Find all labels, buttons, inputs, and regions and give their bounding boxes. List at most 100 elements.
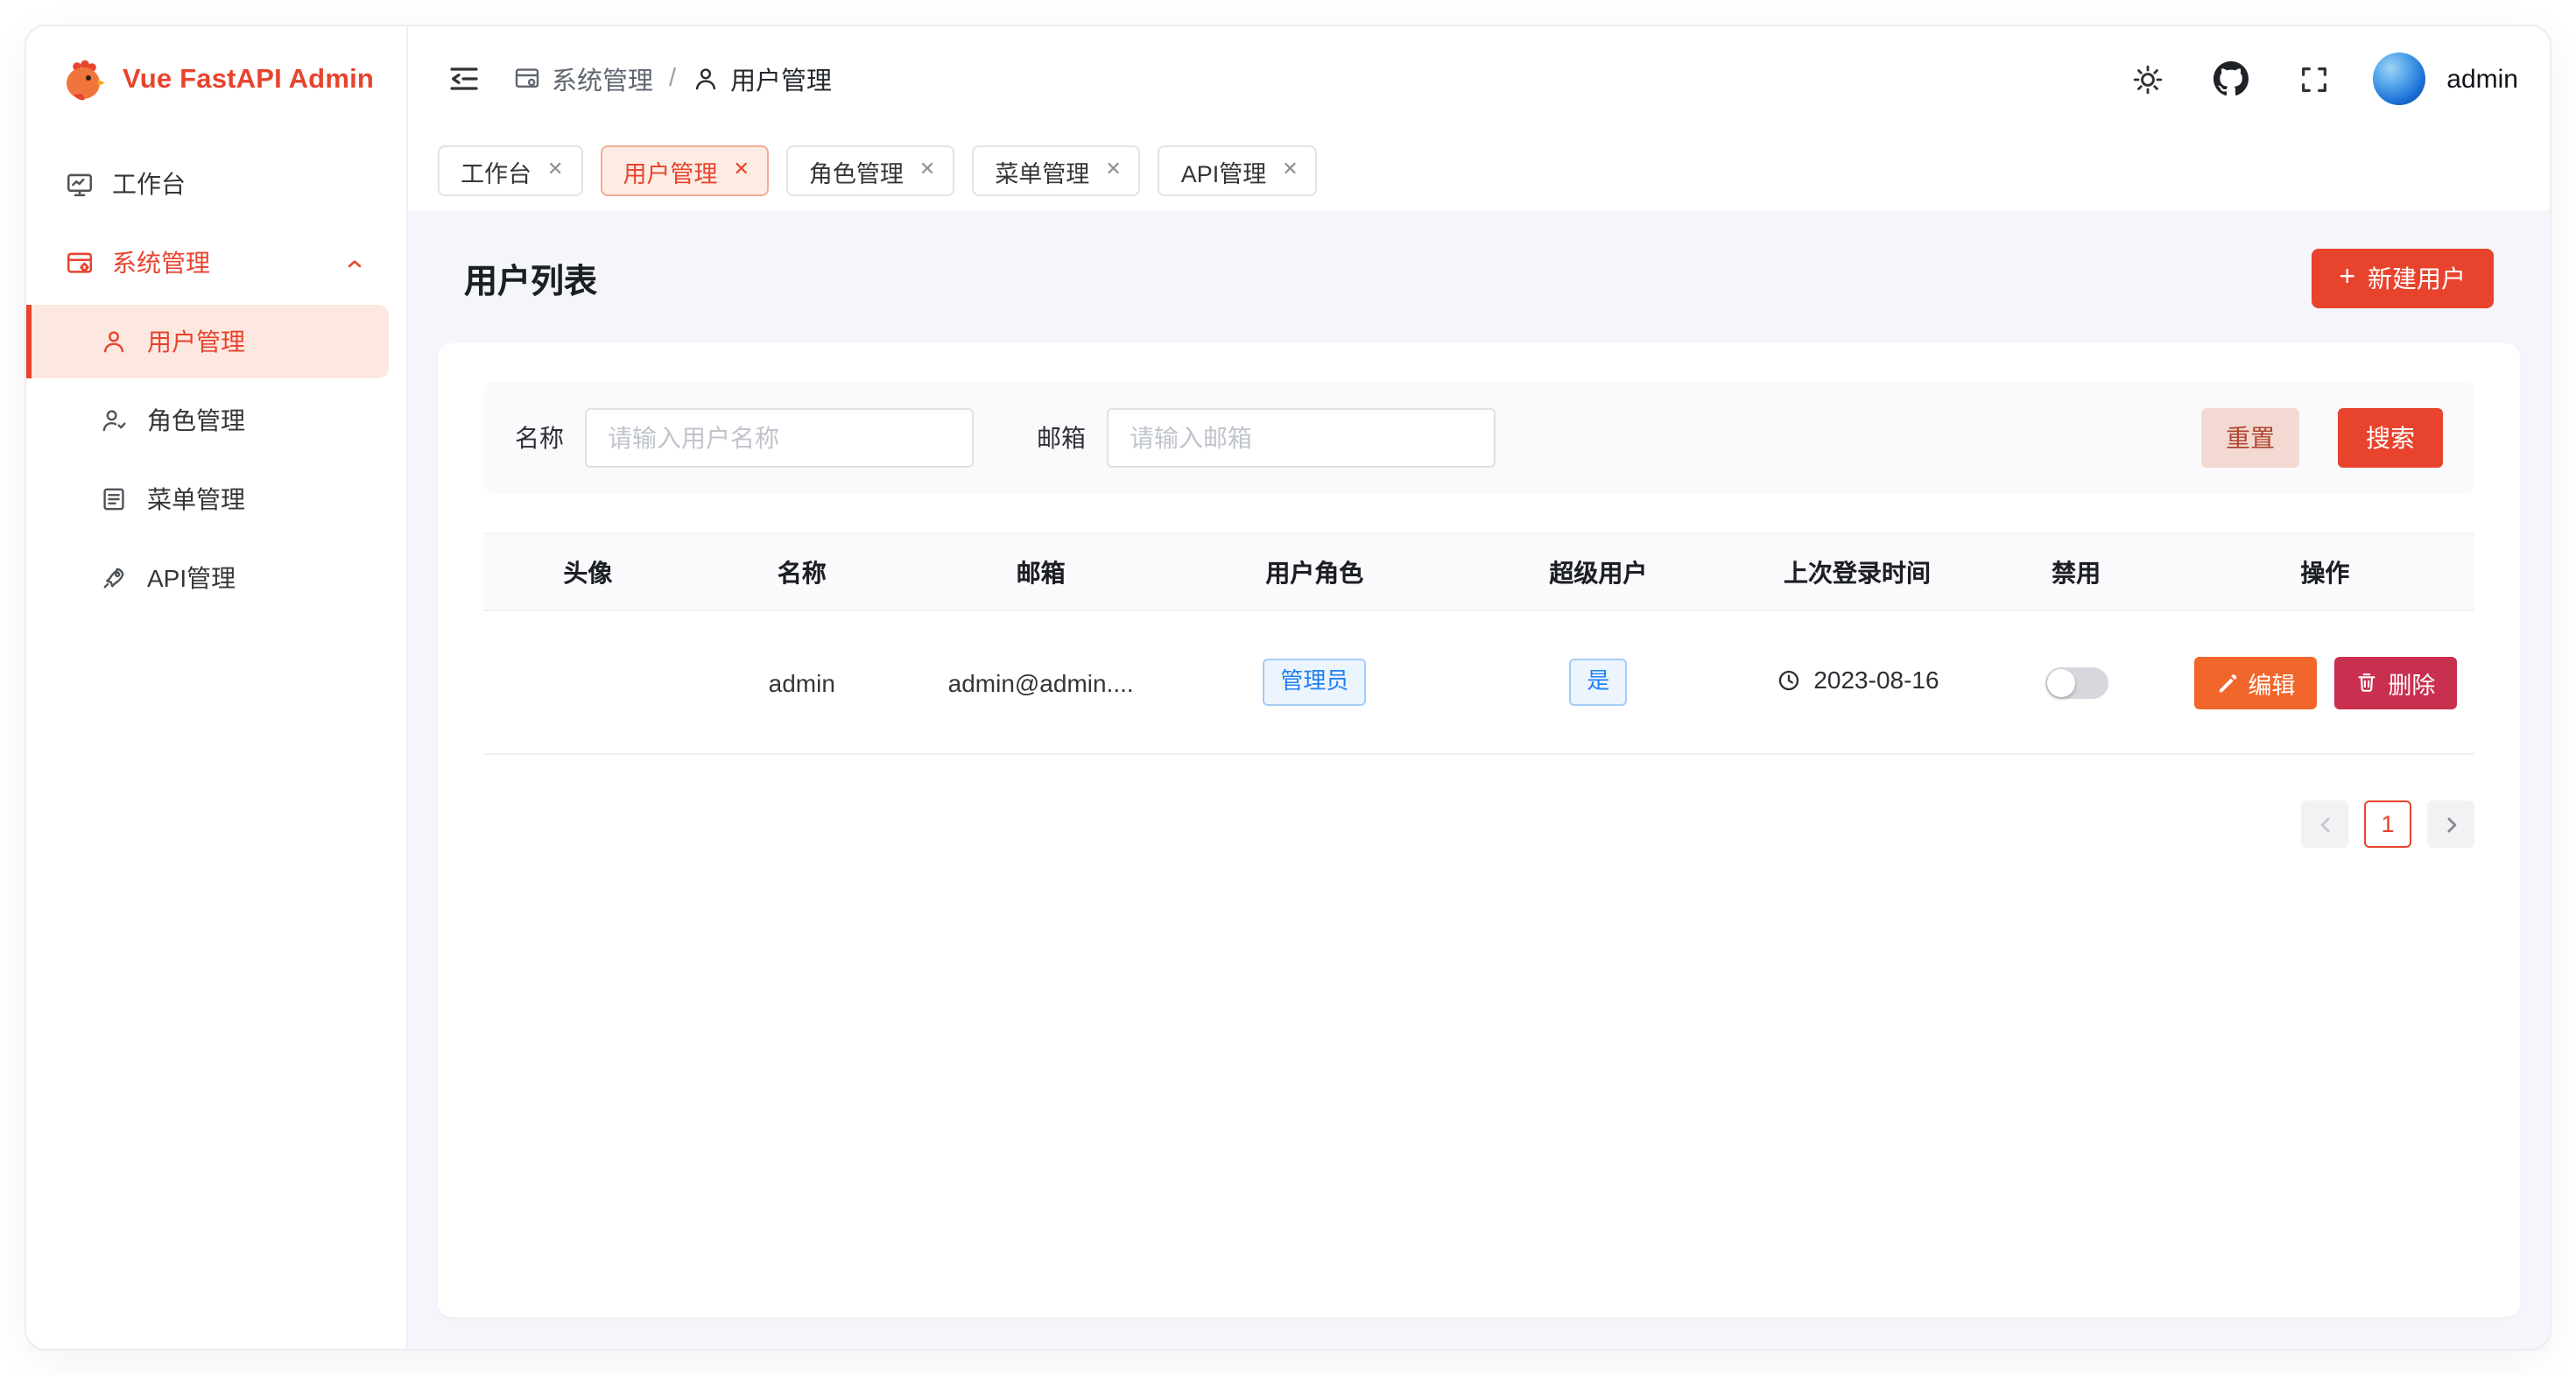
- clock-icon: [1775, 667, 1801, 694]
- user-role-icon: [100, 405, 130, 435]
- last-login-value: 2023-08-16: [1813, 666, 1939, 695]
- col-email: 邮箱: [911, 533, 1171, 610]
- cell-email: admin@admin....: [911, 610, 1171, 754]
- github-icon: [2214, 61, 2249, 96]
- close-icon[interactable]: ✕: [733, 161, 749, 180]
- tab-workbench[interactable]: 工作台 ✕: [438, 145, 582, 196]
- sidebar-item-label: 工作台: [112, 166, 186, 201]
- pagination: 1: [483, 800, 2474, 848]
- pagination-prev-button[interactable]: [2301, 800, 2348, 848]
- col-superuser: 超级用户: [1459, 533, 1737, 610]
- tab-api[interactable]: API管理 ✕: [1158, 145, 1318, 196]
- rocket-icon: [100, 563, 130, 593]
- sidebar-item-users[interactable]: 用户管理: [26, 305, 389, 378]
- toggle-knob: [2046, 668, 2074, 696]
- table-header-row: 头像 名称 邮箱 用户角色 超级用户 上次登录时间 禁用 操作: [483, 533, 2474, 610]
- breadcrumb-item-system[interactable]: 系统管理: [513, 60, 653, 97]
- pencil-icon: [2214, 671, 2237, 694]
- fullscreen-icon: [2298, 62, 2331, 95]
- sidebar-item-label: 系统管理: [112, 245, 210, 280]
- email-filter-input[interactable]: [1107, 408, 1496, 468]
- close-icon[interactable]: ✕: [1282, 161, 1298, 180]
- disable-toggle[interactable]: [2045, 666, 2108, 698]
- sidebar-item-roles[interactable]: 角色管理: [26, 384, 389, 457]
- email-filter-label: 邮箱: [1037, 420, 1086, 455]
- sidebar-item-label: 角色管理: [147, 403, 245, 438]
- sidebar-menu: 工作台 系统管理 用户管理: [26, 135, 406, 620]
- edit-label: 编辑: [2248, 665, 2295, 700]
- search-button[interactable]: 搜索: [2338, 408, 2443, 468]
- main-area: 系统管理 / 用户管理: [408, 26, 2550, 1349]
- breadcrumb-label: 系统管理: [552, 60, 653, 97]
- role-tag: 管理员: [1263, 659, 1366, 705]
- stage: Vue FastAPI Admin 工作台 系统管理: [0, 0, 2576, 1375]
- cell-name: admin: [693, 610, 911, 754]
- cell-avatar: [483, 610, 693, 754]
- sidebar-item-label: 用户管理: [147, 324, 245, 359]
- sidebar-item-api[interactable]: API管理: [26, 541, 389, 615]
- user-icon: [692, 65, 720, 93]
- col-avatar: 头像: [483, 533, 693, 610]
- fullscreen-button[interactable]: [2291, 55, 2338, 102]
- col-role: 用户角色: [1170, 533, 1459, 610]
- tab-label: API管理: [1181, 153, 1267, 188]
- page-title: 用户列表: [464, 255, 597, 302]
- window-gear-icon: [513, 65, 541, 93]
- github-button[interactable]: [2206, 54, 2256, 103]
- pagination-page-1[interactable]: 1: [2364, 800, 2411, 848]
- users-table: 头像 名称 邮箱 用户角色 超级用户 上次登录时间 禁用 操作: [483, 532, 2474, 755]
- reset-button[interactable]: 重置: [2201, 408, 2299, 468]
- sidebar-item-workbench[interactable]: 工作台: [44, 147, 389, 221]
- chevron-up-icon: [341, 250, 368, 276]
- tab-menus[interactable]: 菜单管理 ✕: [972, 145, 1140, 196]
- user-avatar[interactable]: [2373, 53, 2425, 105]
- tab-roles[interactable]: 角色管理 ✕: [786, 145, 954, 196]
- logo[interactable]: Vue FastAPI Admin: [26, 26, 406, 135]
- col-last-login: 上次登录时间: [1738, 533, 1977, 610]
- rooster-logo-icon: [58, 56, 107, 105]
- close-icon[interactable]: ✕: [547, 161, 563, 180]
- tabs-bar: 工作台 ✕ 用户管理 ✕ 角色管理 ✕ 菜单管理 ✕ API管理 ✕: [408, 131, 2550, 210]
- col-name: 名称: [693, 533, 911, 610]
- filter-bar: 名称 邮箱 重置 搜索: [483, 382, 2474, 494]
- sidebar: Vue FastAPI Admin 工作台 系统管理: [26, 26, 408, 1349]
- breadcrumb-label: 用户管理: [730, 60, 832, 97]
- username[interactable]: admin: [2446, 64, 2518, 94]
- page-head: 用户列表 + 新建用户: [438, 231, 2520, 343]
- pagination-next-button[interactable]: [2427, 800, 2474, 848]
- name-filter-label: 名称: [515, 420, 564, 455]
- close-icon[interactable]: ✕: [1105, 161, 1121, 180]
- list-icon: [100, 484, 130, 514]
- edit-button[interactable]: 编辑: [2193, 656, 2316, 709]
- cell-last-login: 2023-08-16: [1738, 610, 1977, 754]
- user-icon: [100, 327, 130, 356]
- new-user-label: 新建用户: [2368, 261, 2466, 296]
- delete-button[interactable]: 删除: [2333, 656, 2456, 709]
- collapse-sidebar-button[interactable]: [440, 54, 489, 103]
- trash-icon: [2354, 671, 2377, 694]
- user-list-card: 名称 邮箱 重置 搜索 头像: [438, 343, 2520, 1317]
- cell-actions: 编辑 删除: [2176, 610, 2474, 754]
- cell-superuser: 是: [1459, 610, 1737, 754]
- window-gear-icon: [65, 248, 95, 278]
- name-filter-input[interactable]: [585, 408, 974, 468]
- cell-disabled: [1976, 610, 2175, 754]
- monitor-icon: [65, 169, 95, 199]
- app-window: Vue FastAPI Admin 工作台 系统管理: [25, 25, 2551, 1350]
- sidebar-item-menus[interactable]: 菜单管理: [26, 462, 389, 536]
- content: 用户列表 + 新建用户 名称 邮箱 重置 搜索: [408, 210, 2550, 1349]
- sidebar-item-label: API管理: [147, 561, 236, 596]
- theme-toggle-button[interactable]: [2124, 55, 2171, 102]
- close-icon[interactable]: ✕: [919, 161, 935, 180]
- plus-icon: +: [2339, 264, 2355, 293]
- table-row: admin admin@admin.... 管理员 是: [483, 610, 2474, 754]
- tab-users[interactable]: 用户管理 ✕: [600, 145, 768, 196]
- breadcrumb-separator: /: [669, 65, 676, 93]
- new-user-button[interactable]: + 新建用户: [2311, 249, 2494, 308]
- delete-label: 删除: [2388, 665, 2435, 700]
- breadcrumb: 系统管理 / 用户管理: [513, 60, 832, 97]
- app-title: Vue FastAPI Admin: [123, 65, 374, 96]
- sidebar-item-system[interactable]: 系统管理: [44, 226, 389, 300]
- topbar: 系统管理 / 用户管理: [408, 26, 2550, 131]
- breadcrumb-item-users[interactable]: 用户管理: [692, 60, 832, 97]
